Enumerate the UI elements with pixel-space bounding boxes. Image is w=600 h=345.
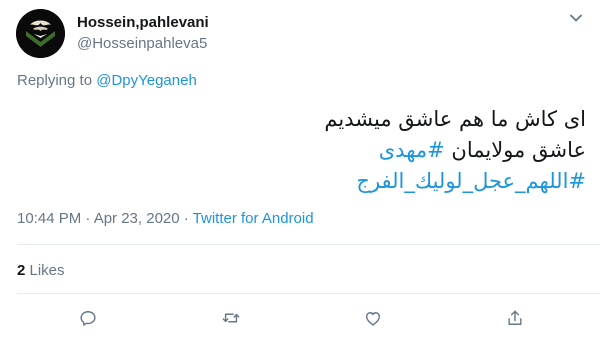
reply-icon [80,311,96,326]
hashtag-link-allahumma[interactable]: #اللهم_عجل_لولیك_الفرج [356,169,586,193]
tweet-line-3: #اللهم_عجل_لولیك_الفرج [26,166,586,197]
tweet-line-2: عاشق مولایمان #مهدی [26,135,586,166]
chevron-down-icon [570,14,582,22]
action-bar [0,303,600,333]
retweet-button[interactable] [216,303,246,333]
tweet-line-1: ای کاش ما هم عاشق میشدیم [324,107,586,131]
share-icon [508,310,522,325]
tweet-text: ای کاش ما هم عاشق میشدیم عاشق مولایمان #… [26,104,586,197]
likes-summary[interactable]: 2 Likes [17,262,65,279]
more-options-button[interactable] [566,8,586,28]
reply-button[interactable] [73,303,103,333]
reply-target-link[interactable]: @DpyYeganeh [96,72,197,89]
share-button[interactable] [500,303,530,333]
avatar[interactable] [16,9,65,58]
tweet-source-link[interactable]: Twitter for Android [193,210,314,227]
likes-label: Likes [25,262,65,279]
tweet-card: Hossein,pahlevani @Hosseinpahleva5 Reply… [0,0,600,345]
tweet-timestamp[interactable]: 10:44 PM · Apr 23, 2020 · [17,210,193,227]
author-handle[interactable]: @Hosseinpahleva5 [77,35,207,52]
tweet-line-2-text: عاشق مولایمان [451,138,586,162]
retweet-icon [222,313,240,323]
tweet-meta: 10:44 PM · Apr 23, 2020 · Twitter for An… [17,210,314,227]
replying-to-label: Replying to [17,72,93,89]
divider [17,293,600,294]
calligraphy-emblem-icon [16,9,65,58]
like-button[interactable] [358,303,388,333]
author-display-name[interactable]: Hossein,pahlevani [77,14,209,31]
divider [17,244,600,245]
like-icon [365,312,381,326]
hashtag-link-mahdi[interactable]: #مهدی [379,138,445,162]
replying-to: Replying to @DpyYeganeh [17,72,197,89]
